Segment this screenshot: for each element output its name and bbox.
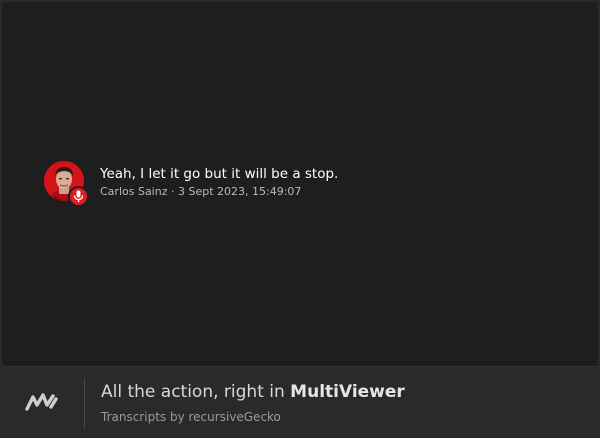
meta-separator: · — [170, 185, 175, 198]
tagline-prefix: All the action, right in — [101, 382, 291, 402]
message-timestamp: 3 Sept 2023, 15:49:07 — [177, 185, 302, 198]
message-meta: Carlos Sainz · 3 Sept 2023, 15:49:07 — [100, 185, 440, 198]
message-text: Yeah, I let it go but it will be a stop. — [100, 166, 339, 182]
message-author: Carlos Sainz — [100, 185, 168, 198]
transcript-window: Yeah, I let it go but it will be a stop.… — [0, 0, 600, 438]
footer-tagline: All the action, right in MultiViewer — [101, 382, 405, 402]
footer-divider — [84, 378, 85, 428]
top-border — [2, 0, 600, 2]
tagline-brand[interactable]: MultiViewer — [290, 382, 405, 402]
microphone-badge — [68, 186, 89, 207]
footer-credit[interactable]: Transcripts by recursiveGecko — [101, 410, 281, 424]
multiviewer-logo-icon[interactable] — [24, 390, 62, 414]
transcript-message: Yeah, I let it go but it will be a stop.… — [44, 161, 444, 209]
footer-bar: All the action, right in MultiViewer Tra… — [2, 366, 600, 438]
microphone-icon — [73, 190, 84, 202]
